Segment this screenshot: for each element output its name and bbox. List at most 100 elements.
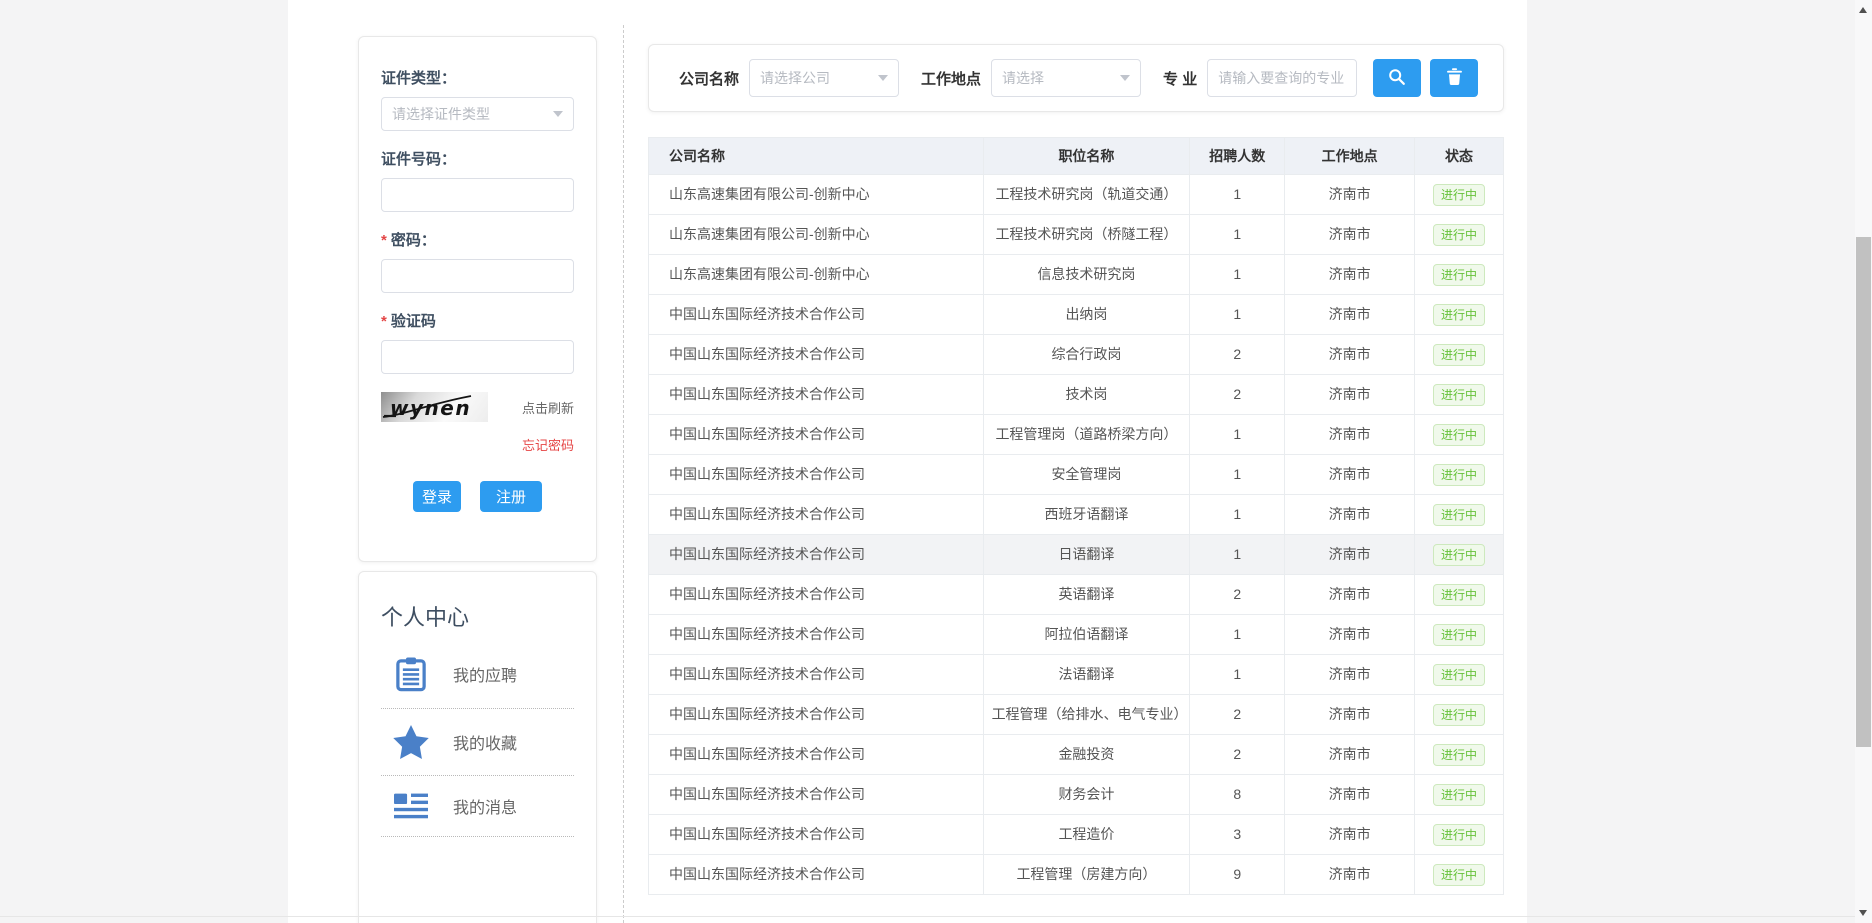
count-cell: 1 xyxy=(1190,215,1285,255)
register-button[interactable]: 注册 xyxy=(480,481,542,512)
main-content: 证件类型： 请选择证件类型 证件号码： *密码： *验证码 wynen 点击刷新… xyxy=(288,0,1527,923)
table-row[interactable]: 中国山东国际经济技术合作公司 工程造价 3 济南市 进行中 xyxy=(649,815,1504,855)
count-cell: 2 xyxy=(1190,695,1285,735)
company-select[interactable]: 请选择公司 xyxy=(749,59,899,97)
position-cell: 西班牙语翻译 xyxy=(983,495,1190,535)
captcha-input[interactable] xyxy=(381,340,574,374)
chevron-down-icon xyxy=(1120,75,1130,81)
scrollbar-thumb[interactable] xyxy=(1856,237,1871,747)
clear-button[interactable] xyxy=(1430,59,1478,97)
bottom-edge-line xyxy=(0,916,1855,917)
position-cell: 工程管理（给排水、电气专业） xyxy=(983,695,1190,735)
company-filter-label: 公司名称 xyxy=(679,68,739,89)
location-cell: 济南市 xyxy=(1285,415,1415,455)
search-button[interactable] xyxy=(1373,59,1421,97)
password-input[interactable] xyxy=(381,259,574,293)
table-row[interactable]: 中国山东国际经济技术合作公司 财务会计 8 济南市 进行中 xyxy=(649,775,1504,815)
table-row[interactable]: 中国山东国际经济技术合作公司 英语翻译 2 济南市 进行中 xyxy=(649,575,1504,615)
company-cell: 山东高速集团有限公司-创新中心 xyxy=(649,175,984,215)
location-cell: 济南市 xyxy=(1285,695,1415,735)
menu-item-my-messages[interactable]: 我的消息 xyxy=(381,776,574,837)
position-cell: 阿拉伯语翻译 xyxy=(983,615,1190,655)
login-button[interactable]: 登录 xyxy=(413,481,461,512)
table-row[interactable]: 中国山东国际经济技术合作公司 工程管理（房建方向） 9 济南市 进行中 xyxy=(649,855,1504,895)
table-row[interactable]: 中国山东国际经济技术合作公司 金融投资 2 济南市 进行中 xyxy=(649,735,1504,775)
scroll-down-arrow-icon[interactable] xyxy=(1859,910,1867,916)
table-row[interactable]: 中国山东国际经济技术合作公司 法语翻译 1 济南市 进行中 xyxy=(649,655,1504,695)
count-cell: 1 xyxy=(1190,495,1285,535)
position-cell: 工程造价 xyxy=(983,815,1190,855)
position-cell: 日语翻译 xyxy=(983,535,1190,575)
count-cell: 2 xyxy=(1190,575,1285,615)
job-table: 公司名称 职位名称 招聘人数 工作地点 状态 山东高速集团有限公司-创新中心 工… xyxy=(648,137,1504,895)
company-cell: 中国山东国际经济技术合作公司 xyxy=(649,615,984,655)
status-cell: 进行中 xyxy=(1415,295,1504,335)
status-cell: 进行中 xyxy=(1415,495,1504,535)
table-row[interactable]: 山东高速集团有限公司-创新中心 信息技术研究岗 1 济南市 进行中 xyxy=(649,255,1504,295)
status-cell: 进行中 xyxy=(1415,375,1504,415)
status-badge: 进行中 xyxy=(1433,344,1485,366)
table-row[interactable]: 中国山东国际经济技术合作公司 综合行政岗 2 济南市 进行中 xyxy=(649,335,1504,375)
status-cell: 进行中 xyxy=(1415,215,1504,255)
status-badge: 进行中 xyxy=(1433,184,1485,206)
menu-item-label: 我的应聘 xyxy=(453,662,517,686)
table-row[interactable]: 中国山东国际经济技术合作公司 出纳岗 1 济南市 进行中 xyxy=(649,295,1504,335)
count-cell: 1 xyxy=(1190,295,1285,335)
cert-no-input[interactable] xyxy=(381,178,574,212)
table-row[interactable]: 中国山东国际经济技术合作公司 工程管理岗（道路桥梁方向） 1 济南市 进行中 xyxy=(649,415,1504,455)
count-cell: 1 xyxy=(1190,655,1285,695)
column-header-company: 公司名称 xyxy=(649,138,984,175)
status-cell: 进行中 xyxy=(1415,255,1504,295)
menu-item-label: 我的消息 xyxy=(453,794,517,818)
table-row[interactable]: 中国山东国际经济技术合作公司 日语翻译 1 济南市 进行中 xyxy=(649,535,1504,575)
company-cell: 山东高速集团有限公司-创新中心 xyxy=(649,255,984,295)
table-row[interactable]: 山东高速集团有限公司-创新中心 工程技术研究岗（轨道交通） 1 济南市 进行中 xyxy=(649,175,1504,215)
location-cell: 济南市 xyxy=(1285,175,1415,215)
vertical-scrollbar[interactable] xyxy=(1855,0,1872,923)
table-row[interactable]: 中国山东国际经济技术合作公司 阿拉伯语翻译 1 济南市 进行中 xyxy=(649,615,1504,655)
menu-item-label: 我的收藏 xyxy=(453,730,517,754)
status-cell: 进行中 xyxy=(1415,655,1504,695)
position-cell: 安全管理岗 xyxy=(983,455,1190,495)
location-cell: 济南市 xyxy=(1285,455,1415,495)
cert-type-placeholder: 请选择证件类型 xyxy=(392,104,490,124)
location-cell: 济南市 xyxy=(1285,735,1415,775)
company-cell: 中国山东国际经济技术合作公司 xyxy=(649,775,984,815)
position-cell: 综合行政岗 xyxy=(983,335,1190,375)
table-row[interactable]: 中国山东国际经济技术合作公司 安全管理岗 1 济南市 进行中 xyxy=(649,455,1504,495)
count-cell: 9 xyxy=(1190,855,1285,895)
table-row[interactable]: 山东高速集团有限公司-创新中心 工程技术研究岗（桥隧工程） 1 济南市 进行中 xyxy=(649,215,1504,255)
column-header-position: 职位名称 xyxy=(983,138,1190,175)
captcha-refresh-link[interactable]: 点击刷新 xyxy=(522,398,574,417)
chevron-down-icon xyxy=(878,75,888,81)
table-row[interactable]: 中国山东国际经济技术合作公司 西班牙语翻译 1 济南市 进行中 xyxy=(649,495,1504,535)
status-badge: 进行中 xyxy=(1433,384,1485,406)
forgot-password-link[interactable]: 忘记密码 xyxy=(522,438,574,453)
status-badge: 进行中 xyxy=(1433,824,1485,846)
table-row[interactable]: 中国山东国际经济技术合作公司 技术岗 2 济南市 进行中 xyxy=(649,375,1504,415)
major-search-input[interactable] xyxy=(1207,59,1357,97)
location-select[interactable]: 请选择 xyxy=(991,59,1141,97)
location-cell: 济南市 xyxy=(1285,655,1415,695)
company-cell: 中国山东国际经济技术合作公司 xyxy=(649,455,984,495)
table-row[interactable]: 中国山东国际经济技术合作公司 工程管理（给排水、电气专业） 2 济南市 进行中 xyxy=(649,695,1504,735)
location-cell: 济南市 xyxy=(1285,255,1415,295)
menu-item-my-applications[interactable]: 我的应聘 xyxy=(381,640,574,709)
scroll-up-arrow-icon[interactable] xyxy=(1859,7,1867,13)
status-badge: 进行中 xyxy=(1433,264,1485,286)
menu-item-my-favorites[interactable]: 我的收藏 xyxy=(381,709,574,776)
company-cell: 中国山东国际经济技术合作公司 xyxy=(649,375,984,415)
count-cell: 1 xyxy=(1190,535,1285,575)
cert-type-select[interactable]: 请选择证件类型 xyxy=(381,97,574,131)
column-header-status: 状态 xyxy=(1415,138,1504,175)
position-cell: 工程管理岗（道路桥梁方向） xyxy=(983,415,1190,455)
company-cell: 中国山东国际经济技术合作公司 xyxy=(649,535,984,575)
status-cell: 进行中 xyxy=(1415,775,1504,815)
location-cell: 济南市 xyxy=(1285,815,1415,855)
count-cell: 1 xyxy=(1190,455,1285,495)
company-cell: 中国山东国际经济技术合作公司 xyxy=(649,655,984,695)
status-cell: 进行中 xyxy=(1415,855,1504,895)
captcha-image[interactable]: wynen xyxy=(381,392,488,422)
location-cell: 济南市 xyxy=(1285,575,1415,615)
company-cell: 中国山东国际经济技术合作公司 xyxy=(649,335,984,375)
